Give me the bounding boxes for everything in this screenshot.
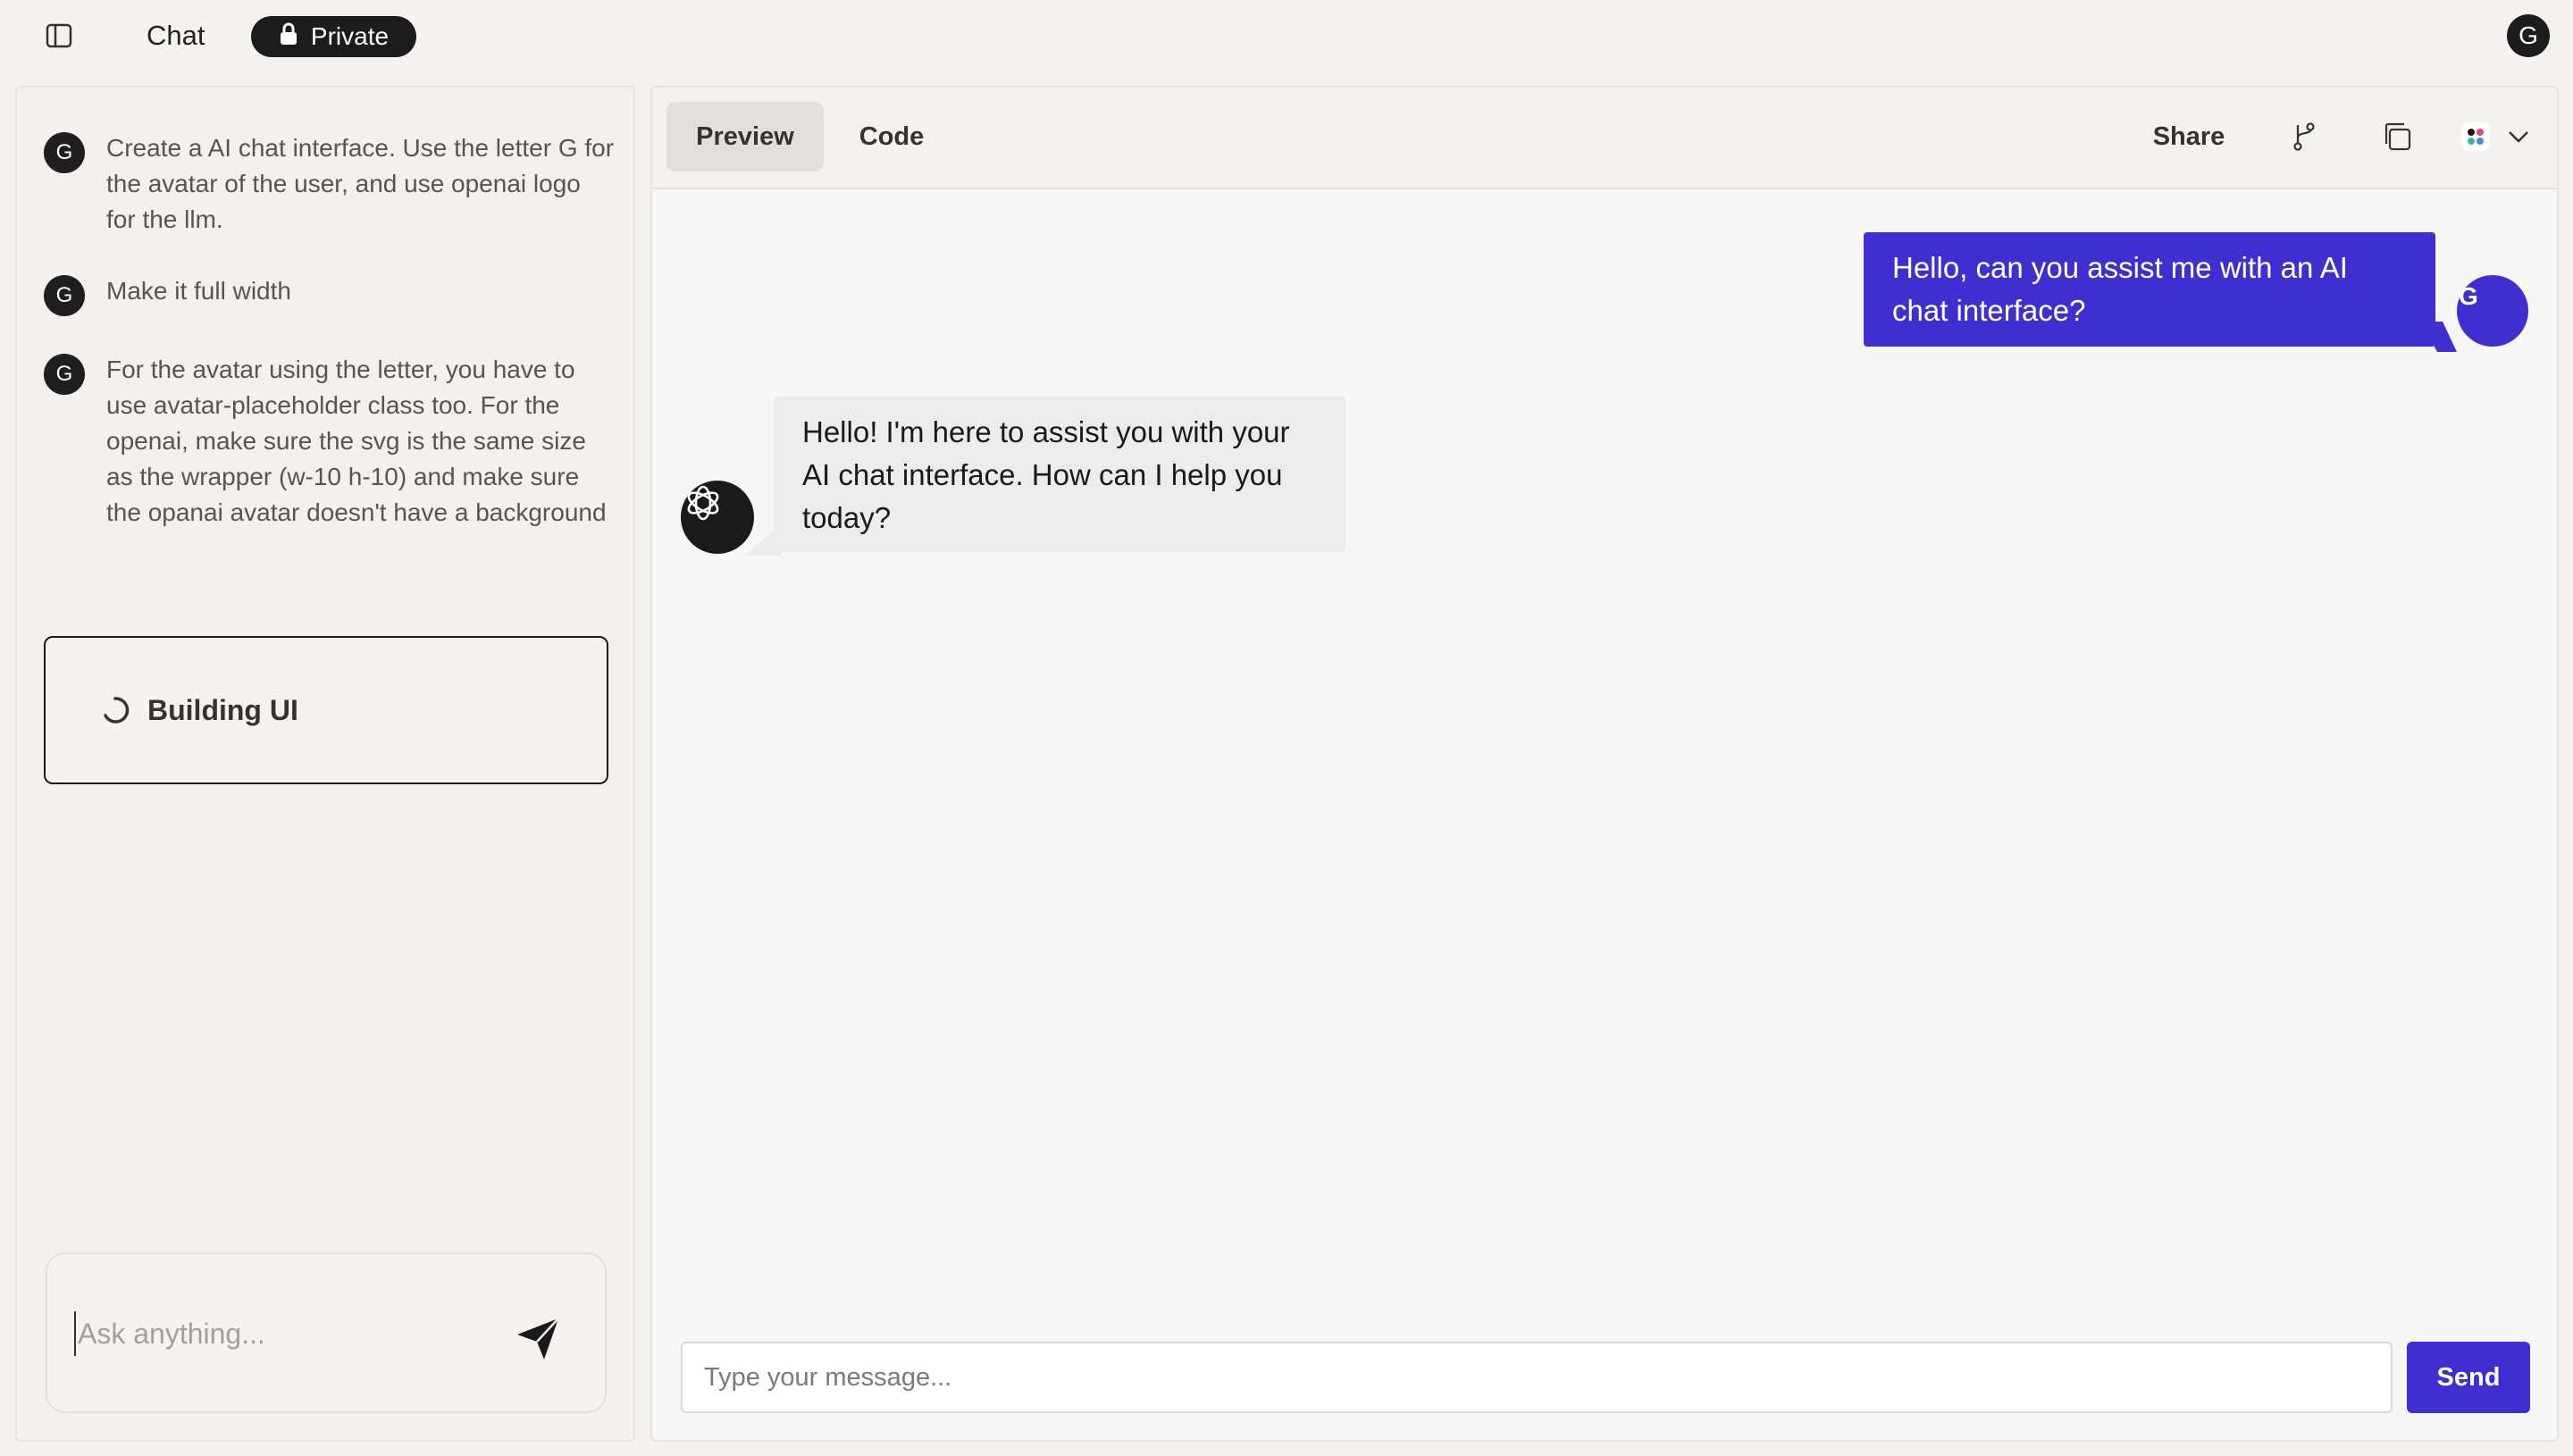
history-message: G Create a AI chat interface. Use the le… <box>44 130 624 238</box>
sidebar-toggle-icon[interactable] <box>43 20 75 52</box>
share-button[interactable]: Share <box>2117 102 2260 172</box>
preview-panel: Preview Code Share Hello, can you assist… <box>650 86 2559 1442</box>
private-badge[interactable]: Private <box>251 16 416 57</box>
loading-spinner-icon <box>104 697 130 724</box>
openai-avatar <box>681 481 754 554</box>
history-message-text: Create a AI chat interface. Use the lett… <box>106 134 615 233</box>
copy-icon[interactable] <box>2378 118 2416 155</box>
private-label: Private <box>310 22 390 50</box>
preview-toolbar: Preview Code Share <box>652 88 2557 189</box>
send-button[interactable]: Send <box>2407 1342 2530 1413</box>
workspace-icon[interactable] <box>2457 118 2494 155</box>
building-status-label: Building UI <box>147 693 298 726</box>
ask-box <box>46 1252 607 1413</box>
ask-input[interactable] <box>74 1311 449 1356</box>
history-message-text: Make it full width <box>106 277 291 305</box>
history-message: G For the avatar using the letter, you h… <box>44 352 624 531</box>
user-bubble-tail <box>2421 322 2457 352</box>
user-message-avatar: G <box>2457 275 2528 347</box>
tab-preview[interactable]: Preview <box>666 102 824 172</box>
building-status-card: Building UI <box>44 636 608 784</box>
chevron-down-icon[interactable] <box>2500 118 2537 155</box>
user-avatar[interactable]: G <box>2507 14 2550 57</box>
history-message: G Make it full width <box>44 273 624 316</box>
message-input[interactable] <box>681 1342 2393 1413</box>
history-avatar: G <box>44 275 85 316</box>
openai-logo-icon <box>687 485 719 521</box>
fork-icon[interactable] <box>2285 118 2323 155</box>
lock-icon <box>279 22 298 52</box>
top-bar: Chat Private G <box>0 0 2573 73</box>
tab-code[interactable]: Code <box>838 102 945 172</box>
history-avatar: G <box>44 132 85 173</box>
history-message-text: For the avatar using the letter, you hav… <box>106 356 607 526</box>
history-avatar: G <box>44 354 85 395</box>
app-title: Chat <box>147 20 205 51</box>
conversation-panel: G Create a AI chat interface. Use the le… <box>15 86 635 1442</box>
assistant-message-bubble: Hello! I'm here to assist you with your … <box>774 397 1345 552</box>
send-paper-plane-icon[interactable] <box>512 1313 566 1363</box>
user-message-bubble: Hello, can you assist me with an AI chat… <box>1864 232 2435 347</box>
